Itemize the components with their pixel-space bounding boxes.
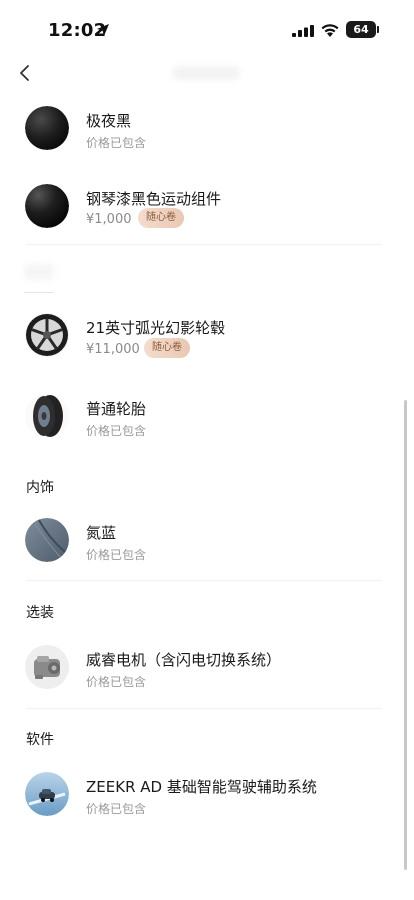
item-price-included: 价格已包含 [86, 802, 147, 816]
section-title-software: 软件 [26, 732, 54, 748]
interior-swatch-blue-icon [25, 518, 69, 562]
motor-icon [25, 645, 69, 689]
item-price-included: 价格已包含 [86, 675, 147, 689]
coupon-tag: 随心卷 [144, 338, 190, 358]
section-rule [24, 292, 54, 293]
config-item-tires: 普通轮胎 价格已包含 [0, 394, 414, 454]
section-label-placeholder [24, 264, 54, 280]
item-title: 氮蓝 [86, 524, 117, 542]
paint-swatch-black-icon [25, 106, 69, 150]
header-title-placeholder [172, 66, 240, 80]
item-title: ZEEKR AD 基础智能驾驶辅助系统 [86, 778, 317, 796]
section-title-options: 选装 [26, 605, 54, 621]
config-item-sport-kit: 钢琴漆黑色运动组件 ¥1,000 随心卷 [0, 184, 414, 244]
item-price-included: 价格已包含 [86, 136, 147, 150]
divider [26, 708, 382, 709]
item-price-included: 价格已包含 [86, 424, 147, 438]
wifi-icon [321, 24, 339, 37]
paint-swatch-gloss-black-icon [25, 184, 69, 228]
wheel-icon [25, 313, 69, 357]
config-item-interior: 氮蓝 价格已包含 [0, 518, 414, 578]
config-item-exterior-color: 极夜黑 价格已包含 [0, 106, 414, 166]
coupon-tag: 随心卷 [138, 208, 184, 228]
item-title: 威睿电机（含闪电切换系统） [86, 651, 282, 669]
item-price-included: 价格已包含 [86, 548, 147, 562]
item-price: ¥1,000 [86, 212, 132, 227]
back-chevron-icon[interactable] [14, 62, 36, 84]
config-item-wheels: 21英寸弧光幻影轮毂 ¥11,000 随心卷 [0, 313, 414, 373]
divider [26, 244, 382, 245]
item-title: 21英寸弧光幻影轮毂 [86, 319, 226, 337]
status-bar: 12:02 64 [0, 0, 414, 56]
config-item-motor: 威睿电机（含闪电切换系统） 价格已包含 [0, 645, 414, 705]
battery-tip [377, 26, 379, 33]
item-title: 钢琴漆黑色运动组件 [86, 190, 222, 208]
cellular-signal-icon [292, 25, 314, 37]
scrollbar[interactable] [404, 400, 407, 870]
tire-icon [25, 394, 69, 438]
battery-level: 64 [353, 23, 369, 36]
item-price: ¥11,000 [86, 342, 140, 357]
divider [26, 580, 382, 581]
battery-indicator: 64 [346, 21, 376, 38]
driving-assist-icon [25, 772, 69, 816]
config-item-driving-assist: ZEEKR AD 基础智能驾驶辅助系统 价格已包含 [0, 772, 414, 832]
section-title-interior: 内饰 [26, 480, 54, 496]
location-arrow-icon [97, 24, 109, 36]
item-title: 极夜黑 [86, 112, 132, 130]
item-title: 普通轮胎 [86, 400, 147, 418]
